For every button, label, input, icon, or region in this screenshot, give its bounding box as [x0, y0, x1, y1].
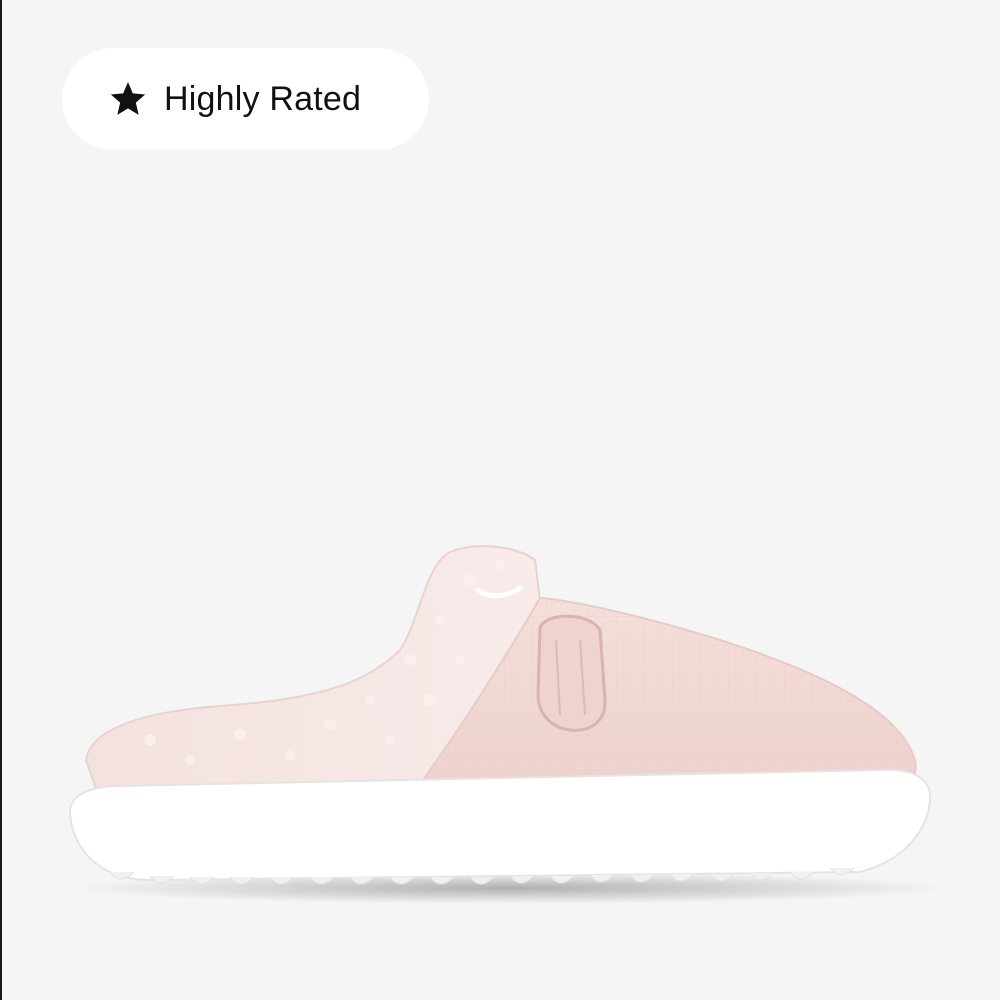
slipper-image [68, 545, 950, 904]
pull-tab [536, 614, 607, 732]
white-sole [68, 768, 932, 882]
highly-rated-badge: Highly Rated [62, 48, 429, 150]
badge-label: Highly Rated [164, 79, 362, 118]
star-icon [110, 82, 146, 115]
product-image-panel: Highly Rated [0, 0, 1000, 1000]
